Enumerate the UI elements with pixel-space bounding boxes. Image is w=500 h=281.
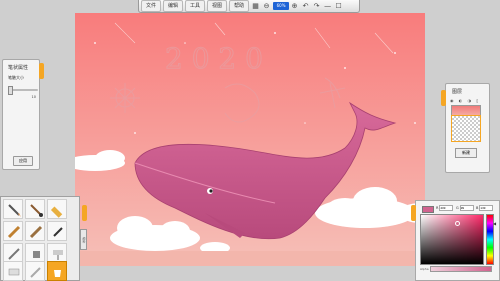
knife-tool[interactable] (25, 261, 45, 281)
layer-tools-icon[interactable]: ◉ ◐ ◑ ▯ (450, 98, 481, 103)
ink-pen-tool[interactable] (47, 221, 67, 241)
brush-size-value: 10 (31, 95, 36, 99)
maximize-icon[interactable]: ☐ (334, 2, 343, 11)
blue-field: B (476, 205, 494, 211)
tools-collapse-tab[interactable] (82, 205, 87, 221)
svg-text:2 0 2 0: 2 0 2 0 (165, 42, 263, 75)
canvas-artwork: 2 0 2 0 (75, 13, 425, 266)
layers-title: 图层 (452, 89, 463, 95)
menu-file[interactable]: 文件 (141, 0, 162, 12)
new-layer-button[interactable]: 新建 (455, 148, 477, 158)
zoom-out-icon[interactable]: ⊖ (262, 2, 271, 11)
green-field: G (456, 205, 474, 211)
redo-icon[interactable]: ↷ (312, 2, 321, 11)
menu-help[interactable]: 帮助 (229, 0, 250, 12)
brush-panel-collapse-tab[interactable] (39, 63, 44, 79)
image-icon[interactable]: ▦ (251, 2, 260, 11)
menu-view[interactable]: 视图 (207, 0, 228, 12)
layers-panel: 图层 ◉ ◐ ◑ ▯ 新建 (445, 83, 490, 173)
ground-strip (75, 251, 425, 266)
alpha-label: Alpha (420, 267, 429, 271)
color-cursor[interactable] (455, 221, 460, 226)
airbrush-tool[interactable] (3, 243, 23, 263)
brush-panel-title: 笔状属性 (8, 65, 29, 71)
tube-tool[interactable] (3, 261, 23, 281)
layers-collapse-tab[interactable] (441, 90, 446, 106)
zoom-in-icon[interactable]: ⊕ (290, 2, 299, 11)
brush-size-slider-thumb[interactable] (8, 86, 13, 95)
brush-size-label: 笔触大小 (8, 75, 24, 80)
menu-toolbar: 文件 编辑 工具 视图 帮助 ▦ ⊖ 60% ⊕ ↶ ↷ — ☐ (138, 0, 360, 13)
red-input[interactable] (439, 205, 454, 211)
current-color-swatch[interactable] (422, 206, 434, 213)
spray-tool[interactable] (25, 243, 45, 263)
undo-icon[interactable]: ↶ (301, 2, 310, 11)
green-input[interactable] (459, 205, 474, 211)
zoom-level[interactable]: 60% (273, 2, 290, 10)
bucket-tool[interactable] (47, 261, 67, 281)
saturation-value-box[interactable] (420, 214, 484, 265)
paint-side-tab[interactable]: 颜料 (80, 229, 87, 250)
menu-tools[interactable]: 工具 (185, 0, 206, 12)
color-picker-panel: R G B ◀ Alpha (415, 200, 500, 281)
brush-tool[interactable] (25, 199, 45, 219)
hue-arrow-icon[interactable]: ◀ (493, 221, 496, 226)
brush-properties-panel: 笔状属性 笔触大小 10 应用 (2, 59, 40, 170)
layer-thumbnail-transparent[interactable] (451, 115, 481, 142)
crayon-tool[interactable] (3, 221, 23, 241)
alpha-slider[interactable] (430, 266, 492, 272)
drawing-canvas[interactable]: 2 0 2 0 (75, 13, 425, 266)
pencil-tool[interactable] (3, 199, 23, 219)
tool-palette (0, 196, 80, 281)
eraser-tool[interactable] (25, 221, 45, 241)
minimize-icon[interactable]: — (323, 2, 332, 11)
red-field: R (436, 205, 454, 211)
apply-button[interactable]: 应用 (13, 156, 33, 166)
roller-tool[interactable] (47, 243, 67, 263)
blue-input[interactable] (479, 205, 494, 211)
menu-edit[interactable]: 编辑 (163, 0, 184, 12)
marker-tool[interactable] (47, 199, 67, 219)
color-collapse-tab[interactable] (411, 205, 416, 221)
